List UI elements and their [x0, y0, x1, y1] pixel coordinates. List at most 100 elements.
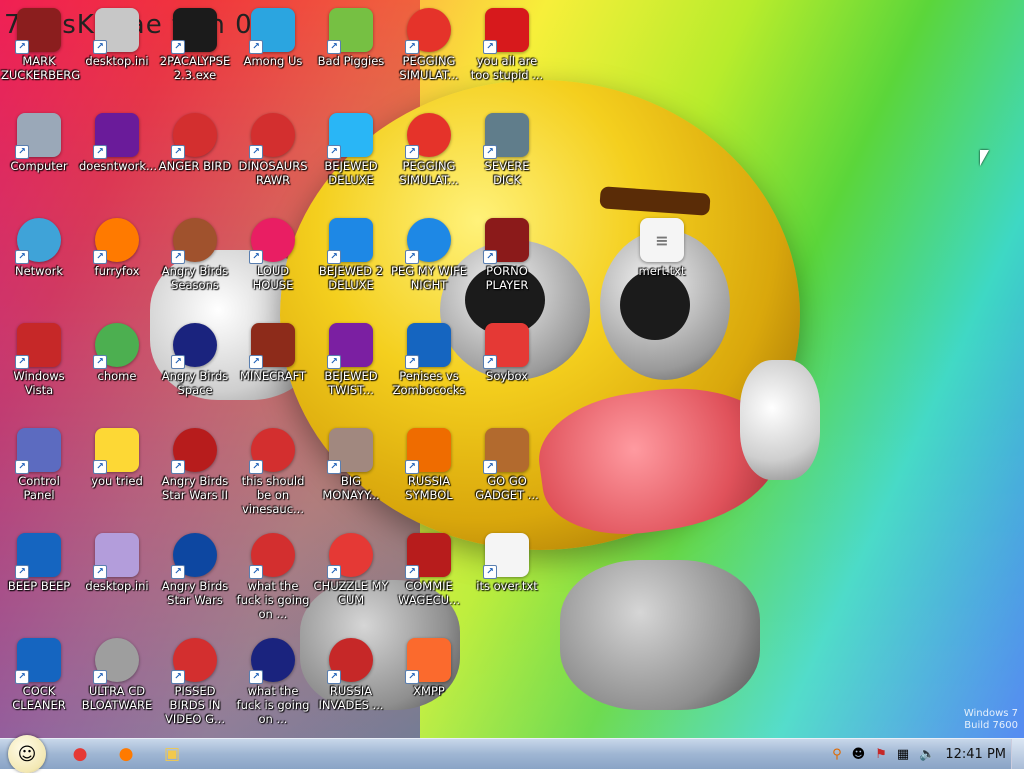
- desktop-icon-label: RUSSIA INVADES ...: [318, 684, 384, 712]
- emoji-tray-icon[interactable]: ☻: [852, 747, 866, 762]
- blue-book-icon: ↗: [15, 638, 61, 684]
- desktop-icon-label: Windows Vista: [13, 369, 65, 397]
- desktop-icon[interactable]: ↗ MINECRAFT: [235, 319, 311, 417]
- shortcut-arrow-icon: ↗: [483, 145, 497, 159]
- desktop-icon[interactable]: ↗ Among Us: [235, 4, 311, 102]
- desktop-icon[interactable]: ↗ Angry Birds Seasons: [157, 214, 233, 312]
- shortcut-arrow-icon: ↗: [171, 355, 185, 369]
- desktop-icon-label: PORNO PLAYER: [485, 264, 529, 292]
- shortcut-arrow-icon: ↗: [327, 565, 341, 579]
- shortcut-arrow-icon: ↗: [15, 355, 29, 369]
- desktop-icon[interactable]: ↗ this should be on vinesauc...: [235, 424, 311, 522]
- desktop-icon[interactable]: ↗ PEGGING SIMULAT...: [391, 4, 467, 102]
- gear-sd-icon: ↗: [483, 113, 529, 159]
- desktop-icon-label: BEEP BEEP: [7, 579, 71, 593]
- desktop-icon[interactable]: ↗ COMMIE WAGECU...: [391, 529, 467, 627]
- desktop-icon[interactable]: ↗ BEEP BEEP: [1, 529, 77, 627]
- person-photo-icon: ↗: [15, 8, 61, 54]
- desktop-icon[interactable]: ↗ RUSSIA SYMBOL: [391, 424, 467, 522]
- desktop-icon[interactable]: ↗ Computer: [1, 109, 77, 207]
- desktop-icon[interactable]: ↗ GO GO GADGET ...: [469, 424, 545, 522]
- shortcut-arrow-icon: ↗: [93, 250, 107, 264]
- desktop-icon[interactable]: ↗ Angry Birds Space: [157, 319, 233, 417]
- desktop-icon[interactable]: ↗ Angry Birds Star Wars: [157, 529, 233, 627]
- desktop-icon-label: what the fuck is going on ...: [236, 684, 310, 726]
- desktop-icon-label: what the fuck is going on ...: [236, 579, 310, 621]
- taskbar-explorer-button[interactable]: ▣: [152, 742, 192, 766]
- desktop-icon[interactable]: ↗ its over.txt: [469, 529, 545, 627]
- desktop-icon[interactable]: ↗ desktop.ini: [79, 4, 155, 102]
- desktop-icon[interactable]: ↗ doesntwork...: [79, 109, 157, 207]
- pig-icon: ↗: [327, 8, 373, 54]
- desktop-icon-mert-txt[interactable]: ≡ mert.txt: [624, 214, 700, 312]
- show-desktop-button[interactable]: [1011, 739, 1024, 769]
- action-center-flag-icon[interactable]: ⚑: [875, 747, 887, 762]
- taskbar-chrome-button[interactable]: ●: [60, 742, 100, 766]
- desktop-icon-label: PEG MY WIFE NIGHT: [391, 264, 468, 292]
- volume-icon[interactable]: 🔈: [919, 747, 935, 762]
- shortcut-arrow-icon: ↗: [93, 40, 107, 54]
- taskbar-firefox-button[interactable]: ●: [106, 742, 146, 766]
- desktop-icon[interactable]: ↗ you tried: [79, 424, 155, 522]
- desktop-icon-label: Angry Birds Seasons: [161, 264, 229, 292]
- shortcut-arrow-icon: ↗: [327, 40, 341, 54]
- desktop-icon[interactable]: ↗ DINOSAURS RAWR: [235, 109, 311, 207]
- blue-book-icon: ↗: [405, 323, 451, 369]
- desktop-icon[interactable]: ↗ PEGGING SIMULAT...: [391, 109, 467, 207]
- shortcut-arrow-icon: ↗: [171, 145, 185, 159]
- desktop-icon[interactable]: ↗ PORNO PLAYER: [469, 214, 545, 312]
- desktop-icon-label: you all are too stupid ...: [470, 54, 544, 82]
- shortcut-arrow-icon: ↗: [15, 460, 29, 474]
- shortcut-arrow-icon: ↗: [327, 670, 341, 684]
- desktop-icon[interactable]: ↗ Windows Vista: [1, 319, 77, 417]
- desktop-icon[interactable]: ↗ ANGER BIRD: [157, 109, 233, 207]
- desktop-icon-label: GO GO GADGET ...: [475, 474, 539, 502]
- desktop-icon[interactable]: ↗ Soybox: [469, 319, 545, 417]
- desktop-icon[interactable]: ↗ BEJEWED 2 DELUXE: [313, 214, 389, 312]
- watermark-line2: Build 7600: [964, 720, 1018, 731]
- desktop-icon[interactable]: ↗ Bad Piggies: [313, 4, 389, 102]
- desktop-icon[interactable]: ↗ chome: [79, 319, 155, 417]
- flash-player-icon: ↗: [483, 218, 529, 264]
- search-icon[interactable]: ⚲: [832, 747, 842, 762]
- shortcut-arrow-icon: ↗: [93, 145, 107, 159]
- desktop-icon[interactable]: ↗ LOUD HOUSE: [235, 214, 311, 312]
- desktop-icon-label: furryfox: [94, 264, 140, 278]
- angry-bird-seasons-icon: ↗: [171, 218, 217, 264]
- desktop-icon-label: PEGGING SIMULAT...: [399, 159, 459, 187]
- computer-icon: ↗: [15, 113, 61, 159]
- desktop-icon[interactable]: ↗ what the fuck is going on ...: [235, 529, 311, 627]
- start-button[interactable]: ☺: [8, 735, 46, 773]
- desktop-icon[interactable]: ↗ Network: [1, 214, 77, 312]
- desktop-icon[interactable]: ↗ PEG MY WIFE NIGHT: [391, 214, 467, 312]
- desktop-icon[interactable]: ↗ Angry Birds Star Wars II: [157, 424, 233, 522]
- desktop-icon[interactable]: ↗ what the fuck is going on ...: [235, 634, 311, 732]
- desktop-icon[interactable]: ↗ MARK ZUCKERBERG: [1, 4, 80, 102]
- desktop-icon[interactable]: ↗ COCK CLEANER: [1, 634, 77, 732]
- desktop-icon-label: you tried: [91, 474, 143, 488]
- desktop-icon[interactable]: ↗ BEJEWED DELUXE: [313, 109, 389, 207]
- desktop-icon[interactable]: ↗ RUSSIA INVADES ...: [313, 634, 389, 732]
- shortcut-arrow-icon: ↗: [15, 670, 29, 684]
- text-file-icon: ↗: [483, 533, 529, 579]
- clock[interactable]: 12:41 PM: [945, 747, 1006, 762]
- desktop-icon-label: COCK CLEANER: [12, 684, 66, 712]
- desktop-icon-label: Computer: [10, 159, 68, 173]
- desktop-icon[interactable]: ↗ Penises vs Zombococks: [391, 319, 467, 417]
- desktop-icon[interactable]: ↗ XMPP: [391, 634, 467, 732]
- desktop-icon[interactable]: ↗ PISSED BIRDS IN VIDEO G...: [157, 634, 233, 732]
- desktop-icon[interactable]: ↗ SEVERE DICK: [469, 109, 545, 207]
- desktop-icon[interactable]: ↗ BIG MONAYY...: [313, 424, 389, 522]
- money-bag-icon: ↗: [327, 428, 373, 474]
- desktop-icon[interactable]: ↗ desktop.ini: [79, 529, 155, 627]
- shortcut-arrow-icon: ↗: [171, 565, 185, 579]
- desktop-icon[interactable]: ↗ Control Panel: [1, 424, 77, 522]
- desktop-icon[interactable]: ↗ 2PACALYPSE 2.3.exe: [157, 4, 233, 102]
- desktop-icon[interactable]: ↗ you all are too stupid ...: [469, 4, 545, 102]
- desktop-icon[interactable]: ↗ CHUZZLE MY CUM: [313, 529, 389, 627]
- desktop-icon[interactable]: ↗ BEJEWED TWIST...: [313, 319, 389, 417]
- network-tray-icon[interactable]: ▦: [897, 747, 909, 762]
- desktop-icon[interactable]: ↗ ULTRA CD BLOATWARE: [79, 634, 155, 732]
- desktop-icon[interactable]: ↗ furryfox: [79, 214, 155, 312]
- text-file-icon: ≡: [640, 218, 684, 262]
